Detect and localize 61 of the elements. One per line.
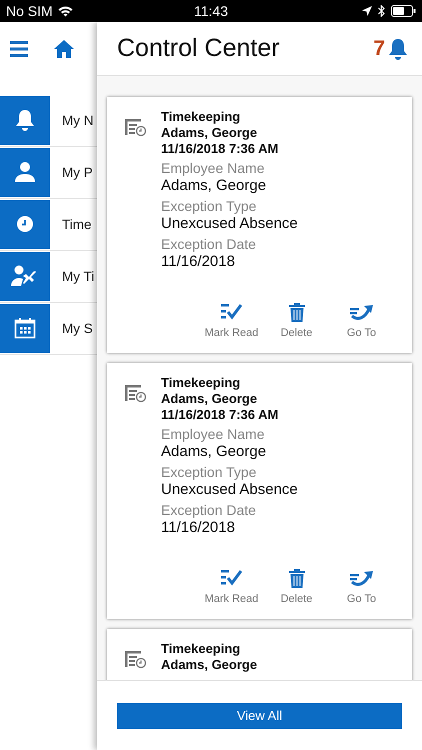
card-category: Timekeeping	[161, 641, 242, 657]
field-label: Employee Name	[161, 160, 266, 177]
nav-icon-tile[interactable]	[0, 200, 50, 250]
card-action-button[interactable]: Delete	[264, 568, 329, 605]
menu-icon[interactable]	[10, 40, 28, 56]
nav-item[interactable]: My N	[62, 113, 94, 128]
nav-item[interactable]: My P	[62, 165, 93, 180]
arrow-lines-icon	[350, 304, 374, 320]
card-category: Timekeeping	[161, 375, 242, 391]
list-check-icon	[220, 569, 242, 587]
field-label: Exception Type	[161, 198, 258, 215]
field-value: Unexcused Absence	[161, 215, 298, 233]
nav-item[interactable]: Time	[62, 217, 92, 232]
card-timestamp: 11/16/2018 7:36 AM	[161, 141, 280, 157]
battery-icon	[391, 5, 416, 17]
card-timestamp: 11/16/2018 7:36 AM	[161, 407, 280, 423]
wifi-icon	[58, 6, 73, 16]
list-check-icon	[220, 303, 242, 321]
home-icon[interactable]	[54, 40, 74, 58]
field-value: 11/16/2018	[161, 253, 236, 271]
field-value: 11/16/2018	[161, 519, 236, 537]
bell-icon[interactable]	[388, 38, 408, 60]
trash-icon	[288, 568, 304, 588]
clock-icon	[17, 216, 33, 232]
carrier-label: No SIM	[6, 3, 53, 19]
nav-icon-tile[interactable]	[0, 252, 50, 302]
card-employee: Adams, George	[161, 657, 258, 673]
document-clock-icon	[125, 119, 147, 137]
document-clock-icon	[125, 651, 147, 669]
field-label: Exception Date	[161, 236, 257, 253]
view-all-button[interactable]: View All	[117, 702, 402, 728]
notification-count: 7	[373, 36, 385, 60]
bell-icon	[15, 109, 35, 131]
location-arrow-icon	[362, 6, 372, 16]
clock-time: 11:43	[194, 3, 228, 19]
bluetooth-icon	[378, 5, 385, 17]
field-value: Adams, George	[161, 177, 268, 195]
nav-icon-tile[interactable]	[0, 96, 50, 146]
panel-title: Control Center	[117, 34, 281, 63]
nav-item[interactable]: My Ti	[62, 269, 94, 284]
trash-icon	[288, 302, 304, 322]
arrow-lines-icon	[350, 570, 374, 586]
card-action-button[interactable]: Delete	[264, 302, 329, 339]
card-action-button[interactable]: Mark Read	[199, 568, 264, 605]
card-category: Timekeeping	[161, 109, 242, 125]
card-action-button[interactable]: Mark Read	[199, 302, 264, 339]
card-action-button[interactable]: Go To	[329, 302, 394, 339]
card-employee: Adams, George	[161, 391, 258, 407]
field-value: Unexcused Absence	[161, 481, 298, 499]
field-label: Exception Type	[161, 464, 258, 481]
calendar-icon	[14, 317, 36, 339]
field-label: Employee Name	[161, 426, 266, 443]
person-icon	[14, 161, 36, 183]
nav-icon-tile[interactable]	[0, 304, 50, 354]
field-value: Adams, George	[161, 443, 268, 461]
nav-item[interactable]: My S	[62, 321, 93, 336]
document-clock-icon	[125, 385, 147, 403]
nav-icon-tile[interactable]	[0, 148, 50, 198]
field-label: Exception Date	[161, 502, 257, 519]
card-employee: Adams, George	[161, 125, 258, 141]
card-action-button[interactable]: Go To	[329, 568, 394, 605]
